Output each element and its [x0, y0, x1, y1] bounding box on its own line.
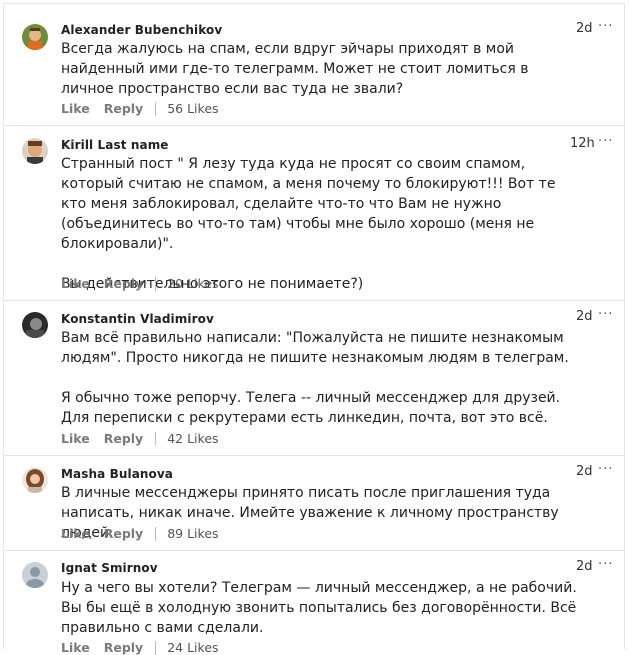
- avatar[interactable]: [22, 312, 48, 338]
- comment-text: Странный пост " Я лезу туда куда не прос…: [61, 156, 556, 292]
- likes-count[interactable]: 42 Likes: [167, 431, 218, 446]
- divider: [3, 125, 625, 126]
- more-options-icon[interactable]: ···: [598, 462, 613, 477]
- comment-timestamp: 2d: [576, 309, 593, 324]
- more-options-icon[interactable]: ···: [598, 557, 613, 572]
- reply-button[interactable]: Reply: [104, 101, 143, 116]
- like-button[interactable]: Like: [61, 276, 90, 291]
- reply-button[interactable]: Reply: [104, 526, 143, 541]
- divider: [155, 276, 157, 291]
- divider: [3, 300, 625, 301]
- likes-count[interactable]: 56 Likes: [167, 101, 218, 116]
- like-button[interactable]: Like: [61, 431, 90, 446]
- comment-actions: Like Reply 24 Likes: [61, 640, 219, 655]
- divider: [3, 550, 625, 551]
- comment-author[interactable]: Masha Bulanova: [61, 467, 173, 481]
- comment-author[interactable]: Kirill Last name: [61, 138, 169, 152]
- likes-count[interactable]: 20 Likes: [167, 276, 218, 291]
- avatar[interactable]: [22, 562, 48, 588]
- comment-timestamp: 2d: [576, 21, 593, 36]
- divider: [155, 101, 157, 116]
- user-photo-icon: [22, 312, 48, 338]
- avatar[interactable]: [22, 138, 48, 164]
- more-options-icon[interactable]: ···: [598, 307, 613, 322]
- comments-panel: [3, 3, 625, 649]
- comment-actions: Like Reply 89 Likes: [61, 526, 219, 541]
- comment-author[interactable]: Alexander Bubenchikov: [61, 23, 222, 37]
- user-photo-icon: [22, 24, 48, 50]
- like-button[interactable]: Like: [61, 101, 90, 116]
- more-options-icon[interactable]: ···: [598, 19, 613, 34]
- comment-text: Всегда жалуюсь на спам, если вдруг эйчар…: [61, 41, 533, 97]
- more-options-icon[interactable]: ···: [598, 134, 613, 149]
- comment-text: Ну а чего вы хотели? Телеграм — личный м…: [61, 580, 582, 636]
- comment-author[interactable]: Konstantin Vladimirov: [61, 312, 214, 326]
- user-photo-icon: [22, 467, 48, 493]
- comment-timestamp: 12h: [570, 136, 595, 151]
- user-photo-icon: [22, 138, 48, 164]
- comment-timestamp: 2d: [576, 464, 593, 479]
- comment-text: Вам всё правильно написали: "Пожалуйста …: [61, 330, 569, 426]
- like-button[interactable]: Like: [61, 526, 90, 541]
- comment-actions: Like Reply 42 Likes: [61, 431, 219, 446]
- divider: [3, 455, 625, 456]
- comment-actions: Like Reply 20 Likes: [61, 276, 219, 291]
- reply-button[interactable]: Reply: [104, 640, 143, 655]
- reply-button[interactable]: Reply: [104, 276, 143, 291]
- avatar[interactable]: [22, 24, 48, 50]
- comment-actions: Like Reply 56 Likes: [61, 101, 219, 116]
- divider: [155, 431, 157, 446]
- divider: [155, 640, 157, 655]
- comment-timestamp: 2d: [576, 559, 593, 574]
- like-button[interactable]: Like: [61, 640, 90, 655]
- default-avatar-icon: [22, 562, 48, 588]
- divider: [155, 526, 157, 541]
- comment-author[interactable]: Ignat Smirnov: [61, 561, 158, 575]
- reply-button[interactable]: Reply: [104, 431, 143, 446]
- likes-count[interactable]: 24 Likes: [167, 640, 218, 655]
- avatar[interactable]: [22, 467, 48, 493]
- likes-count[interactable]: 89 Likes: [167, 526, 218, 541]
